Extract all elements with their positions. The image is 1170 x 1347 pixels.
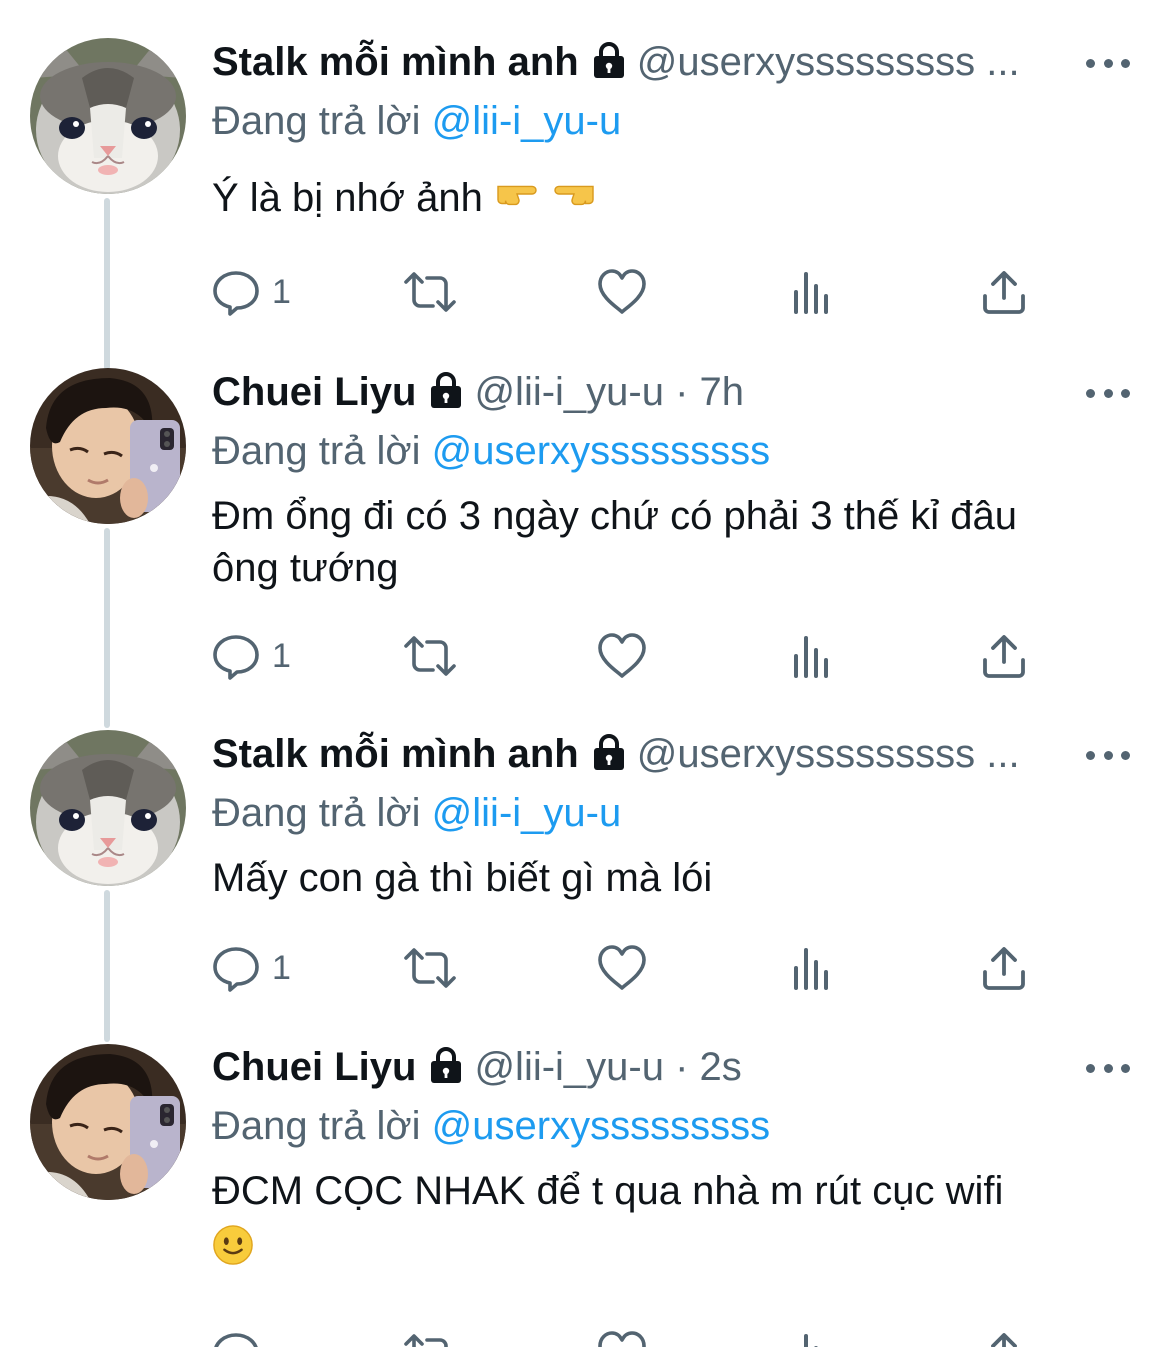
tweet-text: Ý là bị nhớ ảnh (212, 172, 1130, 226)
reply-label: Đang trả lời (212, 99, 421, 143)
replying-to: Đang trả lời @userxysssssssss (212, 1101, 1130, 1151)
tweet-header: Chuei Liyu @lii-i_yu-u · 7h (212, 370, 1130, 430)
handle-meta[interactable]: @userxysssssssss ... (637, 732, 1020, 777)
comment-icon (212, 268, 260, 316)
stats-button[interactable] (790, 626, 834, 686)
backhand-index-pointing-right-icon (494, 174, 540, 226)
retweet-button[interactable] (400, 938, 460, 998)
backhand-index-pointing-left-icon (551, 174, 597, 226)
more-dots-icon[interactable] (1086, 740, 1130, 770)
retweet-icon (400, 1330, 460, 1347)
reply-button[interactable]: 1 (212, 262, 291, 322)
tweet-header: Stalk mỗi mình anh @userxysssssssss ... (212, 732, 1130, 792)
tweet-text-line: ông tướng (212, 546, 399, 590)
retweet-icon (400, 944, 460, 992)
reply-count: 1 (272, 636, 291, 675)
stats-icon (790, 1330, 834, 1347)
stats-button[interactable] (790, 262, 834, 322)
tweet-text-line: Đm ổng đi có 3 ngày chứ có phải 3 thế kỉ… (212, 494, 1018, 538)
heart-icon (596, 632, 648, 680)
share-icon (980, 944, 1028, 992)
more-dots-icon[interactable] (1086, 378, 1130, 408)
stats-button[interactable] (790, 1324, 834, 1347)
share-button[interactable] (980, 1324, 1028, 1347)
retweet-button[interactable] (400, 626, 460, 686)
share-icon (980, 268, 1028, 316)
tweet-header: Stalk mỗi mình anh @userxysssssssss ... (212, 40, 1130, 100)
share-button[interactable] (980, 626, 1028, 686)
reply-count: 1 (272, 948, 291, 987)
display-name[interactable]: Chuei Liyu (212, 1045, 416, 1090)
share-icon (980, 1330, 1028, 1347)
like-button[interactable] (596, 262, 648, 322)
tweet-text: ĐCM CỌC NHAK để t qua nhà m rút cục wifi (212, 1165, 1130, 1279)
person-selfie-avatar[interactable] (30, 1044, 186, 1200)
heart-icon (596, 1330, 648, 1347)
stats-icon (790, 944, 834, 992)
display-name[interactable]: Stalk mỗi mình anh (212, 40, 579, 85)
reply-button[interactable]: 1 (212, 626, 291, 686)
replying-to: Đang trả lời @userxysssssssss (212, 426, 1130, 476)
display-name[interactable]: Chuei Liyu (212, 370, 416, 415)
tweet[interactable]: Chuei Liyu @lii-i_yu-u · 7h Đang trả lời … (0, 360, 1170, 720)
retweet-button[interactable] (400, 1324, 460, 1347)
comment-icon (212, 944, 260, 992)
lock-icon (426, 1045, 466, 1090)
tweet[interactable]: Chuei Liyu @lii-i_yu-u · 2s Đang trả lời … (0, 1040, 1170, 1347)
like-button[interactable] (596, 938, 648, 998)
retweet-button[interactable] (400, 262, 460, 322)
comment-icon (212, 1330, 260, 1347)
slightly-smiling-face-icon (212, 1224, 254, 1279)
tweet-text: Mấy con gà thì biết gì mà lói (212, 856, 713, 900)
reply-count: 1 (272, 272, 291, 311)
mention-link[interactable]: @lii-i_yu-u (432, 791, 622, 835)
tweet-text: Đm ổng đi có 3 ngày chứ có phải 3 thế kỉ… (212, 490, 1130, 594)
mention-link[interactable]: @lii-i_yu-u (432, 99, 622, 143)
stats-icon (790, 632, 834, 680)
reply-button[interactable]: 1 (212, 938, 291, 998)
tweet-actions: 1 (212, 262, 1042, 322)
person-selfie-avatar[interactable] (30, 368, 186, 524)
replying-to: Đang trả lời @lii-i_yu-u (212, 788, 1130, 838)
retweet-icon (400, 632, 460, 680)
handle-meta[interactable]: @lii-i_yu-u · 7h (474, 370, 744, 415)
heart-icon (596, 944, 648, 992)
reply-label: Đang trả lời (212, 429, 421, 473)
comment-icon (212, 632, 260, 680)
handle-meta[interactable]: @userxysssssssss ... (637, 40, 1020, 85)
mention-link[interactable]: @userxysssssssss (432, 1104, 770, 1148)
tweet-actions: 1 (212, 626, 1042, 686)
share-icon (980, 632, 1028, 680)
tweet-actions (212, 1324, 1042, 1347)
like-button[interactable] (596, 1324, 648, 1347)
tweet-thread: Stalk mỗi mình anh @userxysssssssss ... Đ… (0, 0, 1170, 1347)
more-dots-icon[interactable] (1086, 1053, 1130, 1083)
tweet[interactable]: Stalk mỗi mình anh @userxysssssssss ... Đ… (0, 0, 1170, 360)
tweet[interactable]: Stalk mỗi mình anh @userxysssssssss ... Đ… (0, 720, 1170, 1040)
cat-avatar[interactable] (30, 38, 186, 194)
reply-label: Đang trả lời (212, 791, 421, 835)
tweet-text-content: Ý là bị nhớ ảnh (212, 176, 483, 220)
cat-avatar[interactable] (30, 730, 186, 886)
handle-meta[interactable]: @lii-i_yu-u · 2s (474, 1045, 741, 1090)
like-button[interactable] (596, 626, 648, 686)
lock-icon (426, 370, 466, 415)
replying-to: Đang trả lời @lii-i_yu-u (212, 96, 1130, 146)
stats-icon (790, 268, 834, 316)
tweet-actions: 1 (212, 938, 1042, 998)
tweet-header: Chuei Liyu @lii-i_yu-u · 2s (212, 1045, 1130, 1105)
stats-button[interactable] (790, 938, 834, 998)
mention-link[interactable]: @userxysssssssss (432, 429, 770, 473)
more-dots-icon[interactable] (1086, 48, 1130, 78)
reply-button[interactable] (212, 1324, 260, 1347)
share-button[interactable] (980, 262, 1028, 322)
tweet-text-content: ĐCM CỌC NHAK để t qua nhà m rút cục wifi (212, 1169, 1004, 1213)
lock-icon (589, 732, 629, 777)
display-name[interactable]: Stalk mỗi mình anh (212, 732, 579, 777)
lock-icon (589, 40, 629, 85)
retweet-icon (400, 268, 460, 316)
reply-label: Đang trả lời (212, 1104, 421, 1148)
share-button[interactable] (980, 938, 1028, 998)
heart-icon (596, 268, 648, 316)
